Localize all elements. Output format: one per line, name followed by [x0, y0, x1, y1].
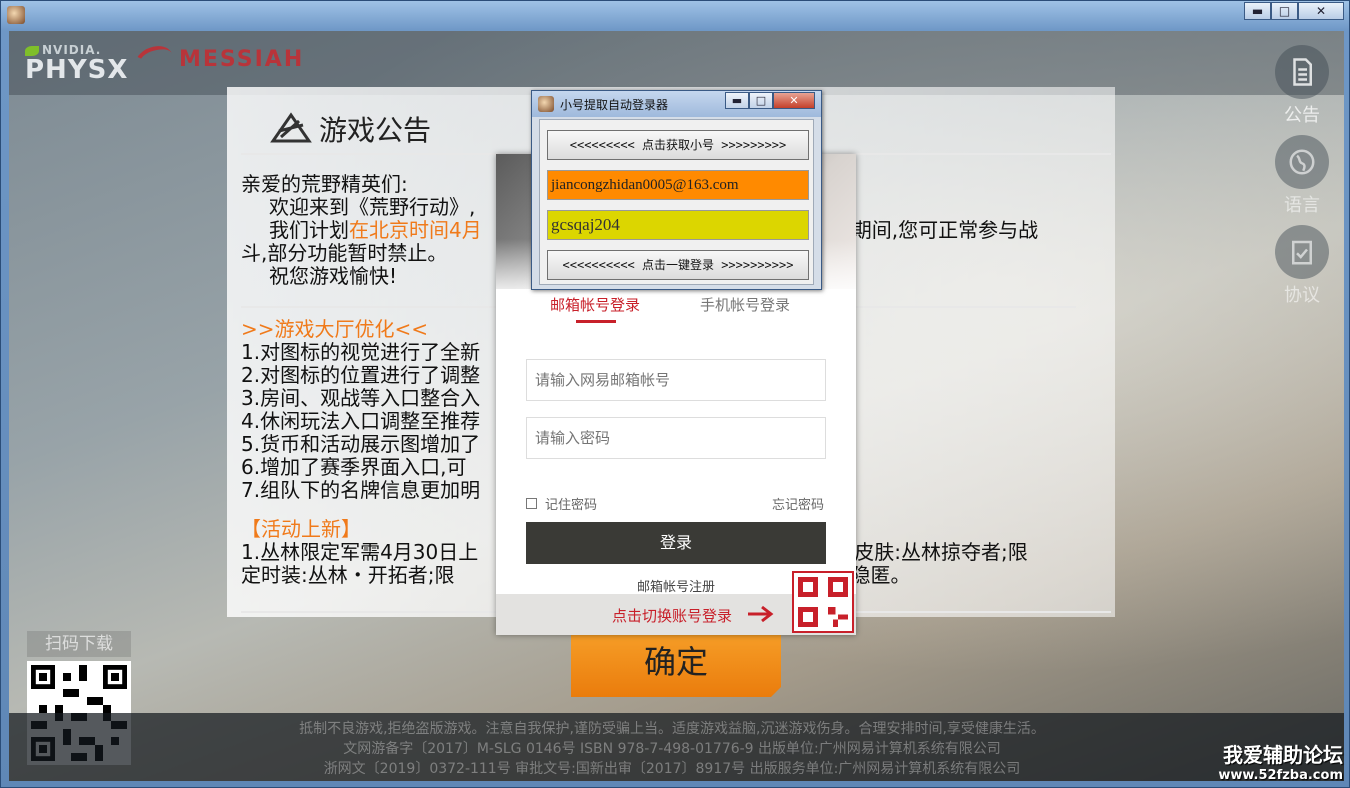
side-item-agreement[interactable]: 协议	[1272, 225, 1332, 315]
forum-watermark: 我爱辅助论坛 www.52fzba.com	[1218, 743, 1343, 783]
remember-password[interactable]: 记住密码	[526, 494, 597, 513]
announcement-header: 游戏公告	[269, 109, 431, 149]
forgot-password-link[interactable]: 忘记密码	[772, 494, 824, 513]
side-menu: 公告 语言 协议	[1272, 45, 1332, 315]
login-tabs: 邮箱帐号登录 手机帐号登录	[496, 294, 856, 326]
password-input[interactable]	[526, 417, 826, 459]
active-tab-indicator	[576, 320, 616, 323]
outer-window: ▬ □ ✕ NVIDIA. PHYSX MESSIAH 公告 语言 协议 游戏公…	[0, 0, 1350, 788]
nvidia-eye-icon	[25, 45, 39, 56]
qr-login-button[interactable]	[792, 571, 854, 633]
minimize-button[interactable]: ▬	[1244, 2, 1271, 20]
app-icon	[7, 6, 25, 24]
tool-body: <<<<<<<<< 点击获取小号 >>>>>>>>> jiancongzhida…	[539, 119, 814, 285]
knives-out-logo-icon	[270, 112, 312, 143]
login-button[interactable]: 登录	[526, 522, 826, 564]
qr-code-icon	[798, 577, 848, 627]
email-input[interactable]	[526, 359, 826, 401]
document-icon	[1275, 45, 1329, 99]
window-controls: ▬ □ ✕	[1244, 2, 1344, 20]
announcement-title: 游戏公告	[319, 114, 432, 147]
remember-checkbox[interactable]	[526, 498, 537, 509]
outer-titlebar[interactable]: ▬ □ ✕	[1, 1, 1350, 29]
one-click-login-button[interactable]: <<<<<<<<<< 点击一键登录 >>>>>>>>>>	[547, 250, 809, 280]
helper-tool-window: 小号提取自动登录器 ▬ □ ✕ <<<<<<<<< 点击获取小号 >>>>>>>…	[531, 90, 822, 290]
password-field[interactable]: gcsqaj204	[547, 210, 809, 240]
side-item-language[interactable]: 语言	[1272, 135, 1332, 225]
nvidia-physx-logo: NVIDIA. PHYSX	[25, 43, 129, 85]
messiah-logo: MESSIAH	[131, 41, 304, 79]
clipboard-check-icon	[1275, 225, 1329, 279]
side-item-announcement[interactable]: 公告	[1272, 45, 1332, 135]
tool-minimize-button[interactable]: ▬	[725, 92, 749, 109]
tool-maximize-button[interactable]: □	[749, 92, 773, 109]
footer: 抵制不良游戏,拒绝盗版游戏。注意自我保护,谨防受骗上当。适度游戏益脑,沉迷游戏伤…	[9, 713, 1344, 781]
get-account-button[interactable]: <<<<<<<<< 点击获取小号 >>>>>>>>>	[547, 130, 809, 160]
confirm-button[interactable]: 确定	[571, 627, 781, 697]
tab-email-login[interactable]: 邮箱帐号登录	[550, 294, 640, 315]
tool-close-button[interactable]: ✕	[773, 92, 815, 109]
close-button[interactable]: ✕	[1298, 2, 1344, 20]
globe-icon	[1275, 135, 1329, 189]
maximize-button[interactable]: □	[1271, 2, 1298, 20]
tool-app-icon	[538, 96, 554, 112]
tab-phone-login[interactable]: 手机帐号登录	[700, 294, 790, 315]
account-field[interactable]: jiancongzhidan0005@163.com	[547, 170, 809, 200]
tool-titlebar[interactable]: 小号提取自动登录器 ▬ □ ✕	[532, 91, 821, 117]
arrow-right-icon	[748, 605, 774, 623]
switch-account-text: 点击切换账号登录	[612, 607, 733, 625]
